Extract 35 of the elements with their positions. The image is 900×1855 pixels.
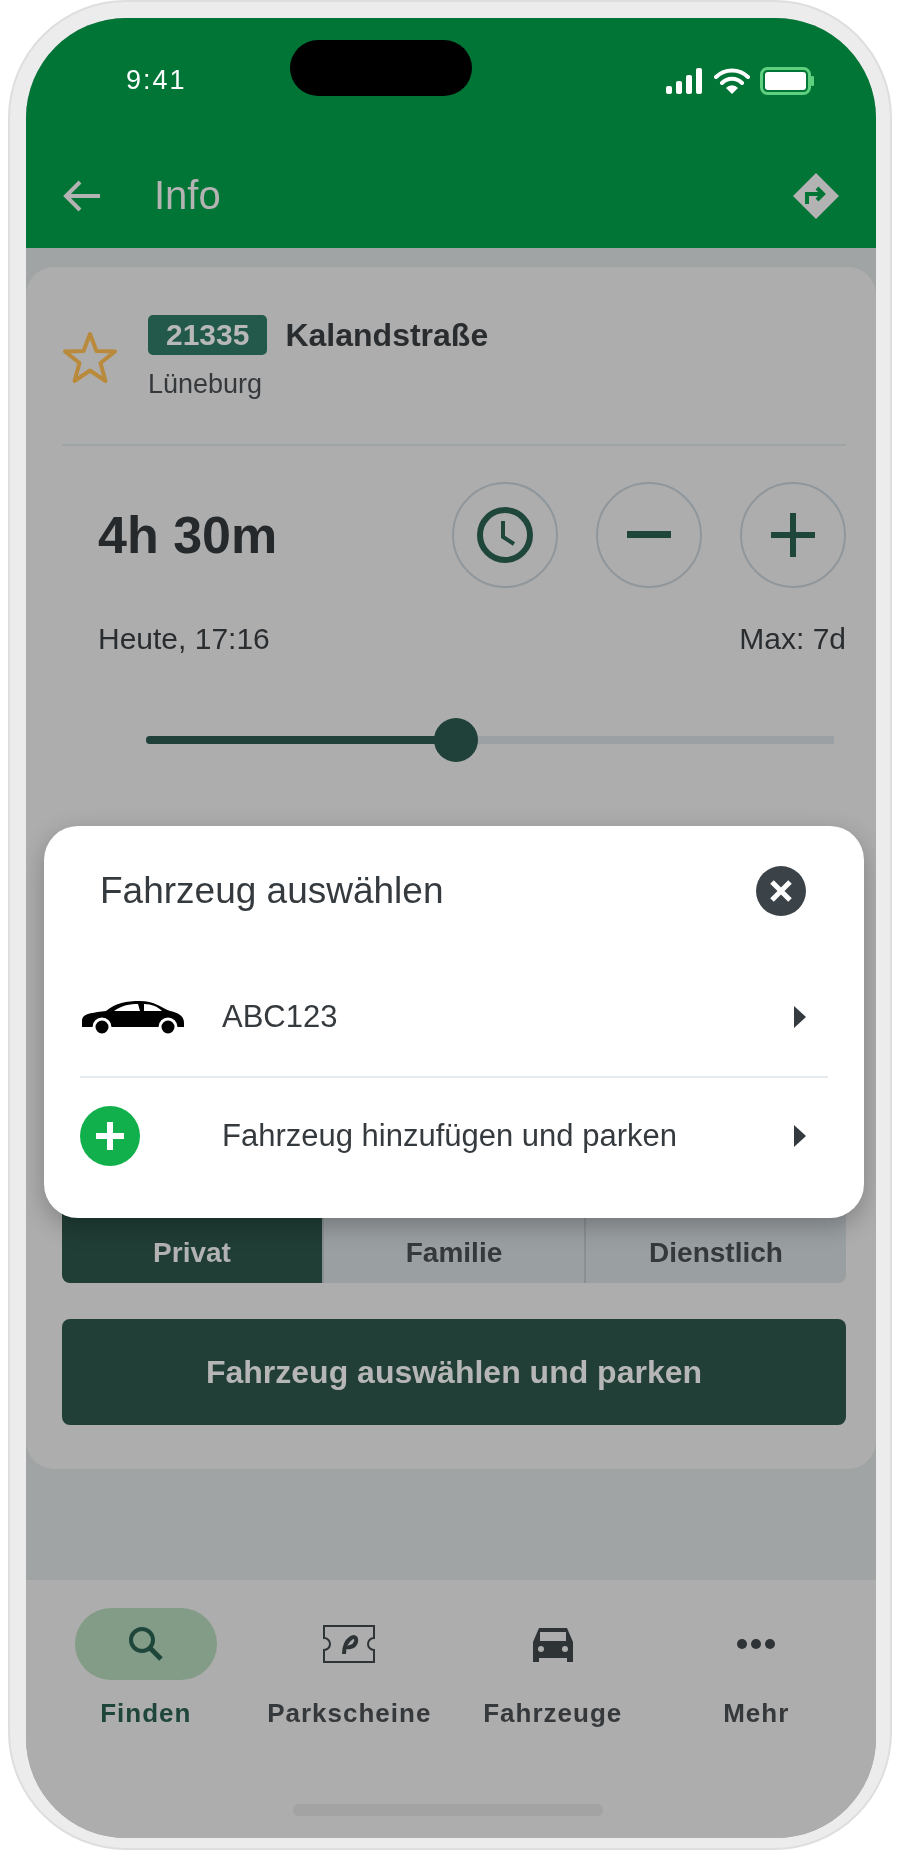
chevron-icon xyxy=(794,1125,806,1147)
car-icon xyxy=(80,999,186,1035)
nav-tab[interactable]: Mehr xyxy=(654,1608,858,1838)
more-icon xyxy=(736,1638,777,1650)
battery-icon xyxy=(760,66,816,95)
close-icon xyxy=(769,879,793,903)
max-duration: Max: 7d xyxy=(739,622,846,656)
zone-code: 21335 xyxy=(148,315,268,355)
star-icon[interactable] xyxy=(62,330,118,385)
minus-icon xyxy=(627,531,671,539)
search-icon xyxy=(126,1625,165,1663)
plus-icon xyxy=(771,513,815,557)
nav-tab[interactable]: Parkscheine xyxy=(247,1608,451,1838)
increase-button[interactable] xyxy=(740,482,846,588)
screen-title: Info xyxy=(154,173,222,218)
ticket-icon xyxy=(322,1624,377,1664)
nav-tab[interactable]: Finden xyxy=(44,1608,248,1838)
duration-value: 4h 30m xyxy=(98,505,279,565)
city-name: Lüneburg xyxy=(148,369,264,400)
slider-thumb[interactable] xyxy=(433,718,478,762)
status-time: 9:41 xyxy=(126,65,187,96)
back-icon[interactable] xyxy=(62,178,102,213)
park-button[interactable]: Fahrzeug auswählen und parken xyxy=(62,1319,846,1425)
directions-icon[interactable] xyxy=(792,171,840,220)
time-button[interactable] xyxy=(452,482,558,588)
add-icon xyxy=(80,1106,140,1166)
close-button[interactable] xyxy=(756,866,806,916)
decrease-button[interactable] xyxy=(596,482,702,588)
dialog-title: Fahrzeug auswählen xyxy=(100,870,444,912)
wifi-icon xyxy=(714,67,750,94)
chevron-icon xyxy=(794,1006,806,1028)
street-name: Kalandstraße xyxy=(285,316,489,354)
end-time: Heute, 17:16 xyxy=(98,622,270,656)
signal-icon xyxy=(666,67,704,94)
clock-icon xyxy=(476,506,534,564)
